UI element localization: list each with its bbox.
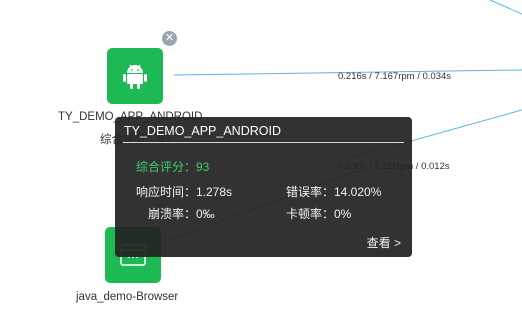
edge-label-android: 0.216s / 7.167rpm / 0.034s [338, 71, 452, 82]
node-android-app[interactable] [107, 48, 163, 104]
node-browser-name: java_demo-Browser [76, 291, 179, 303]
tooltip-error-rate: 错误率：14.020% [286, 185, 382, 199]
node-detail-tooltip: TY_DEMO_APP_ANDROID 综合评分：93 响应时间：1.278s … [115, 117, 412, 257]
tooltip-divider [123, 142, 404, 143]
tooltip-score: 综合评分：93 [136, 160, 210, 174]
tooltip-title: TY_DEMO_APP_ANDROID [124, 124, 281, 138]
tooltip-crash-rate: 崩溃率：0‰ [148, 207, 215, 221]
edge-line-top[interactable] [489, 0, 522, 15]
tooltip-freeze-rate: 卡顿率：0% [286, 207, 352, 221]
close-icon[interactable]: ✕ [162, 31, 177, 46]
android-icon [123, 64, 147, 89]
tooltip-response-time: 响应时间：1.278s [136, 185, 233, 199]
view-details-link[interactable]: 查看 > [367, 234, 401, 251]
